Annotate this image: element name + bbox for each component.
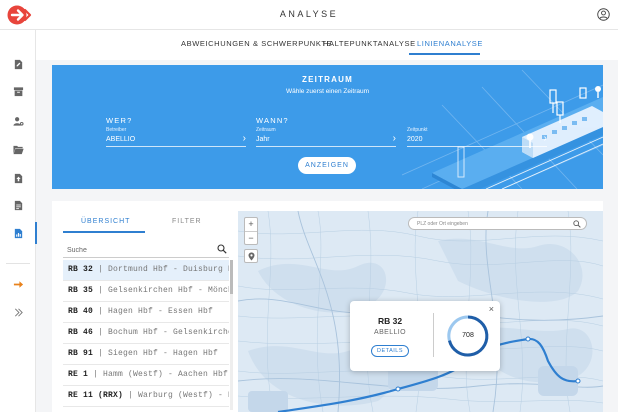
line-code: RB 40 <box>68 307 94 316</box>
line-code: RB 35 <box>68 286 94 295</box>
point-in-time-value: 2020 <box>407 136 423 143</box>
point-in-time-label: Zeitpunkt <box>407 127 428 133</box>
list-item[interactable]: RB 32 | Dortmund Hbf - Duisburg Hbf <box>63 260 229 281</box>
line-route: Hamm (Westf) - Aachen Hbf <box>103 370 229 379</box>
list-scrollbar[interactable] <box>230 260 233 410</box>
search-icon[interactable] <box>573 220 581 228</box>
operator-label: Betreiber <box>106 127 127 133</box>
list-item[interactable]: RB 46 | Bochum Hbf - Gelsenkirchen Hbf <box>63 323 229 344</box>
route-map[interactable]: + − × RB 32 ABELLIO DETAILS 708 <box>238 211 603 412</box>
sidebar <box>0 30 37 412</box>
search-icon[interactable] <box>217 244 227 254</box>
sidebar-item-documents[interactable] <box>0 52 36 76</box>
operator-value: ABELLIO <box>106 136 136 143</box>
document-edit-icon <box>14 59 22 69</box>
line-code: RB 46 <box>68 328 94 337</box>
location-pin-icon <box>248 252 255 261</box>
list-item[interactable]: RB 91 | Siegen Hbf - Hagen Hbf <box>63 344 229 365</box>
active-panel-tab-indicator <box>63 231 145 233</box>
popup-line: RB 32 <box>377 316 403 326</box>
line-list: RB 32 | Dortmund Hbf - Duisburg Hbf RB 3… <box>63 260 229 407</box>
line-code: RE 1 <box>68 370 89 379</box>
chevron-right-icon: › <box>543 133 547 144</box>
user-settings-icon <box>12 116 24 126</box>
tab-abweichungen[interactable]: ABWEICHUNGEN & SCHWERPUNKTE <box>181 39 332 48</box>
folder-open-icon <box>12 145 24 154</box>
line-code: RB 91 <box>68 349 94 358</box>
chevron-right-icon: › <box>242 133 246 144</box>
line-info-popup: × RB 32 ABELLIO DETAILS 708 <box>350 301 500 371</box>
analysis-tabs: ABWEICHUNGEN & SCHWERPUNKTE HALTEPUNKTAN… <box>36 30 618 60</box>
sidebar-item-users[interactable] <box>0 109 36 133</box>
zoom-in-button[interactable]: + <box>245 218 257 231</box>
sidebar-item-logout[interactable] <box>0 272 36 296</box>
gauge-value: 708 <box>462 332 474 339</box>
line-route: Bochum Hbf - Gelsenkirchen Hbf <box>108 328 229 337</box>
who-label: WER? <box>106 116 133 125</box>
hero-subtitle: Wähle zuerst einen Zeitraum <box>285 88 370 95</box>
map-search-input[interactable] <box>417 220 567 228</box>
tab-haltepunktanalyse[interactable]: HALTEPUNKTANALYSE <box>323 39 416 48</box>
zoom-control: + − <box>244 217 258 245</box>
popup-operator: ABELLIO <box>374 329 406 336</box>
period-value: Jahr <box>256 136 270 143</box>
sidebar-divider <box>6 263 30 264</box>
file-chart-icon <box>14 228 22 238</box>
file-upload-icon <box>14 173 22 183</box>
top-bar: ANALYSE <box>0 0 618 30</box>
line-code: RE 11 (RRX) <box>68 391 124 400</box>
operator-select[interactable]: Betreiber ABELLIO › <box>106 127 246 147</box>
search-input[interactable] <box>67 244 207 256</box>
file-text-icon <box>14 200 22 210</box>
active-tab-indicator <box>409 53 480 55</box>
user-account-icon[interactable] <box>597 8 610 21</box>
sidebar-item-analysis[interactable] <box>0 221 37 245</box>
when-label: WANN? <box>256 116 289 125</box>
popup-divider <box>433 313 434 357</box>
hero-title: ZEITRAUM <box>302 75 353 84</box>
app-title: ANALYSE <box>279 9 339 19</box>
tab-overview[interactable]: ÜBERSICHT <box>81 218 130 225</box>
list-item[interactable]: RE 11 (RRX) | Warburg (Westf) - Düsseldo… <box>63 386 229 407</box>
sidebar-item-folders[interactable] <box>0 137 36 161</box>
details-button[interactable]: DETAILS <box>371 345 409 357</box>
show-button[interactable]: ANZEIGEN <box>298 157 356 174</box>
period-label: Zeitraum <box>256 127 276 133</box>
list-item[interactable]: RB 35 | Gelsenkirchen Hbf - Mönchengladb… <box>63 281 229 302</box>
tab-filter[interactable]: FILTER <box>172 218 202 225</box>
list-item[interactable]: RE 1 | Hamm (Westf) - Aachen Hbf <box>63 365 229 386</box>
locate-button[interactable] <box>244 249 258 263</box>
archive-box-icon <box>13 86 23 96</box>
chevron-right-icon: › <box>392 133 396 144</box>
line-route: Warburg (Westf) - Düsseldorf Hbf <box>138 391 229 400</box>
line-analysis-panel: ÜBERSICHT FILTER RB 32 | Dortmund Hbf - … <box>52 201 603 412</box>
line-route: Hagen Hbf - Essen Hbf <box>108 307 214 316</box>
zoom-out-button[interactable]: − <box>245 232 257 245</box>
line-route: Gelsenkirchen Hbf - Mönchengladbach Hbf <box>108 286 229 295</box>
logout-icon <box>13 280 23 288</box>
sidebar-item-archive[interactable] <box>0 79 36 103</box>
scroll-thumb[interactable] <box>230 260 233 294</box>
line-search <box>63 242 229 258</box>
line-route: Dortmund Hbf - Duisburg Hbf <box>108 265 229 274</box>
sidebar-item-reports[interactable] <box>0 193 36 217</box>
line-route: Siegen Hbf - Hagen Hbf <box>108 349 219 358</box>
time-range-filter: ZEITRAUM Wähle zuerst einen Zeitraum WER… <box>52 65 603 189</box>
double-chevron-right-icon <box>14 308 23 316</box>
sidebar-item-upload[interactable] <box>0 166 36 190</box>
map-location-search <box>408 217 587 230</box>
line-code: RB 32 <box>68 265 94 274</box>
point-in-time-select[interactable]: Zeitpunkt 2020 › <box>407 127 547 147</box>
period-select[interactable]: Zeitraum Jahr › <box>256 127 396 147</box>
sidebar-expand[interactable] <box>0 300 36 324</box>
list-item[interactable]: RB 40 | Hagen Hbf - Essen Hbf <box>63 302 229 323</box>
tab-linienanalyse[interactable]: LINIENANALYSE <box>417 39 483 48</box>
